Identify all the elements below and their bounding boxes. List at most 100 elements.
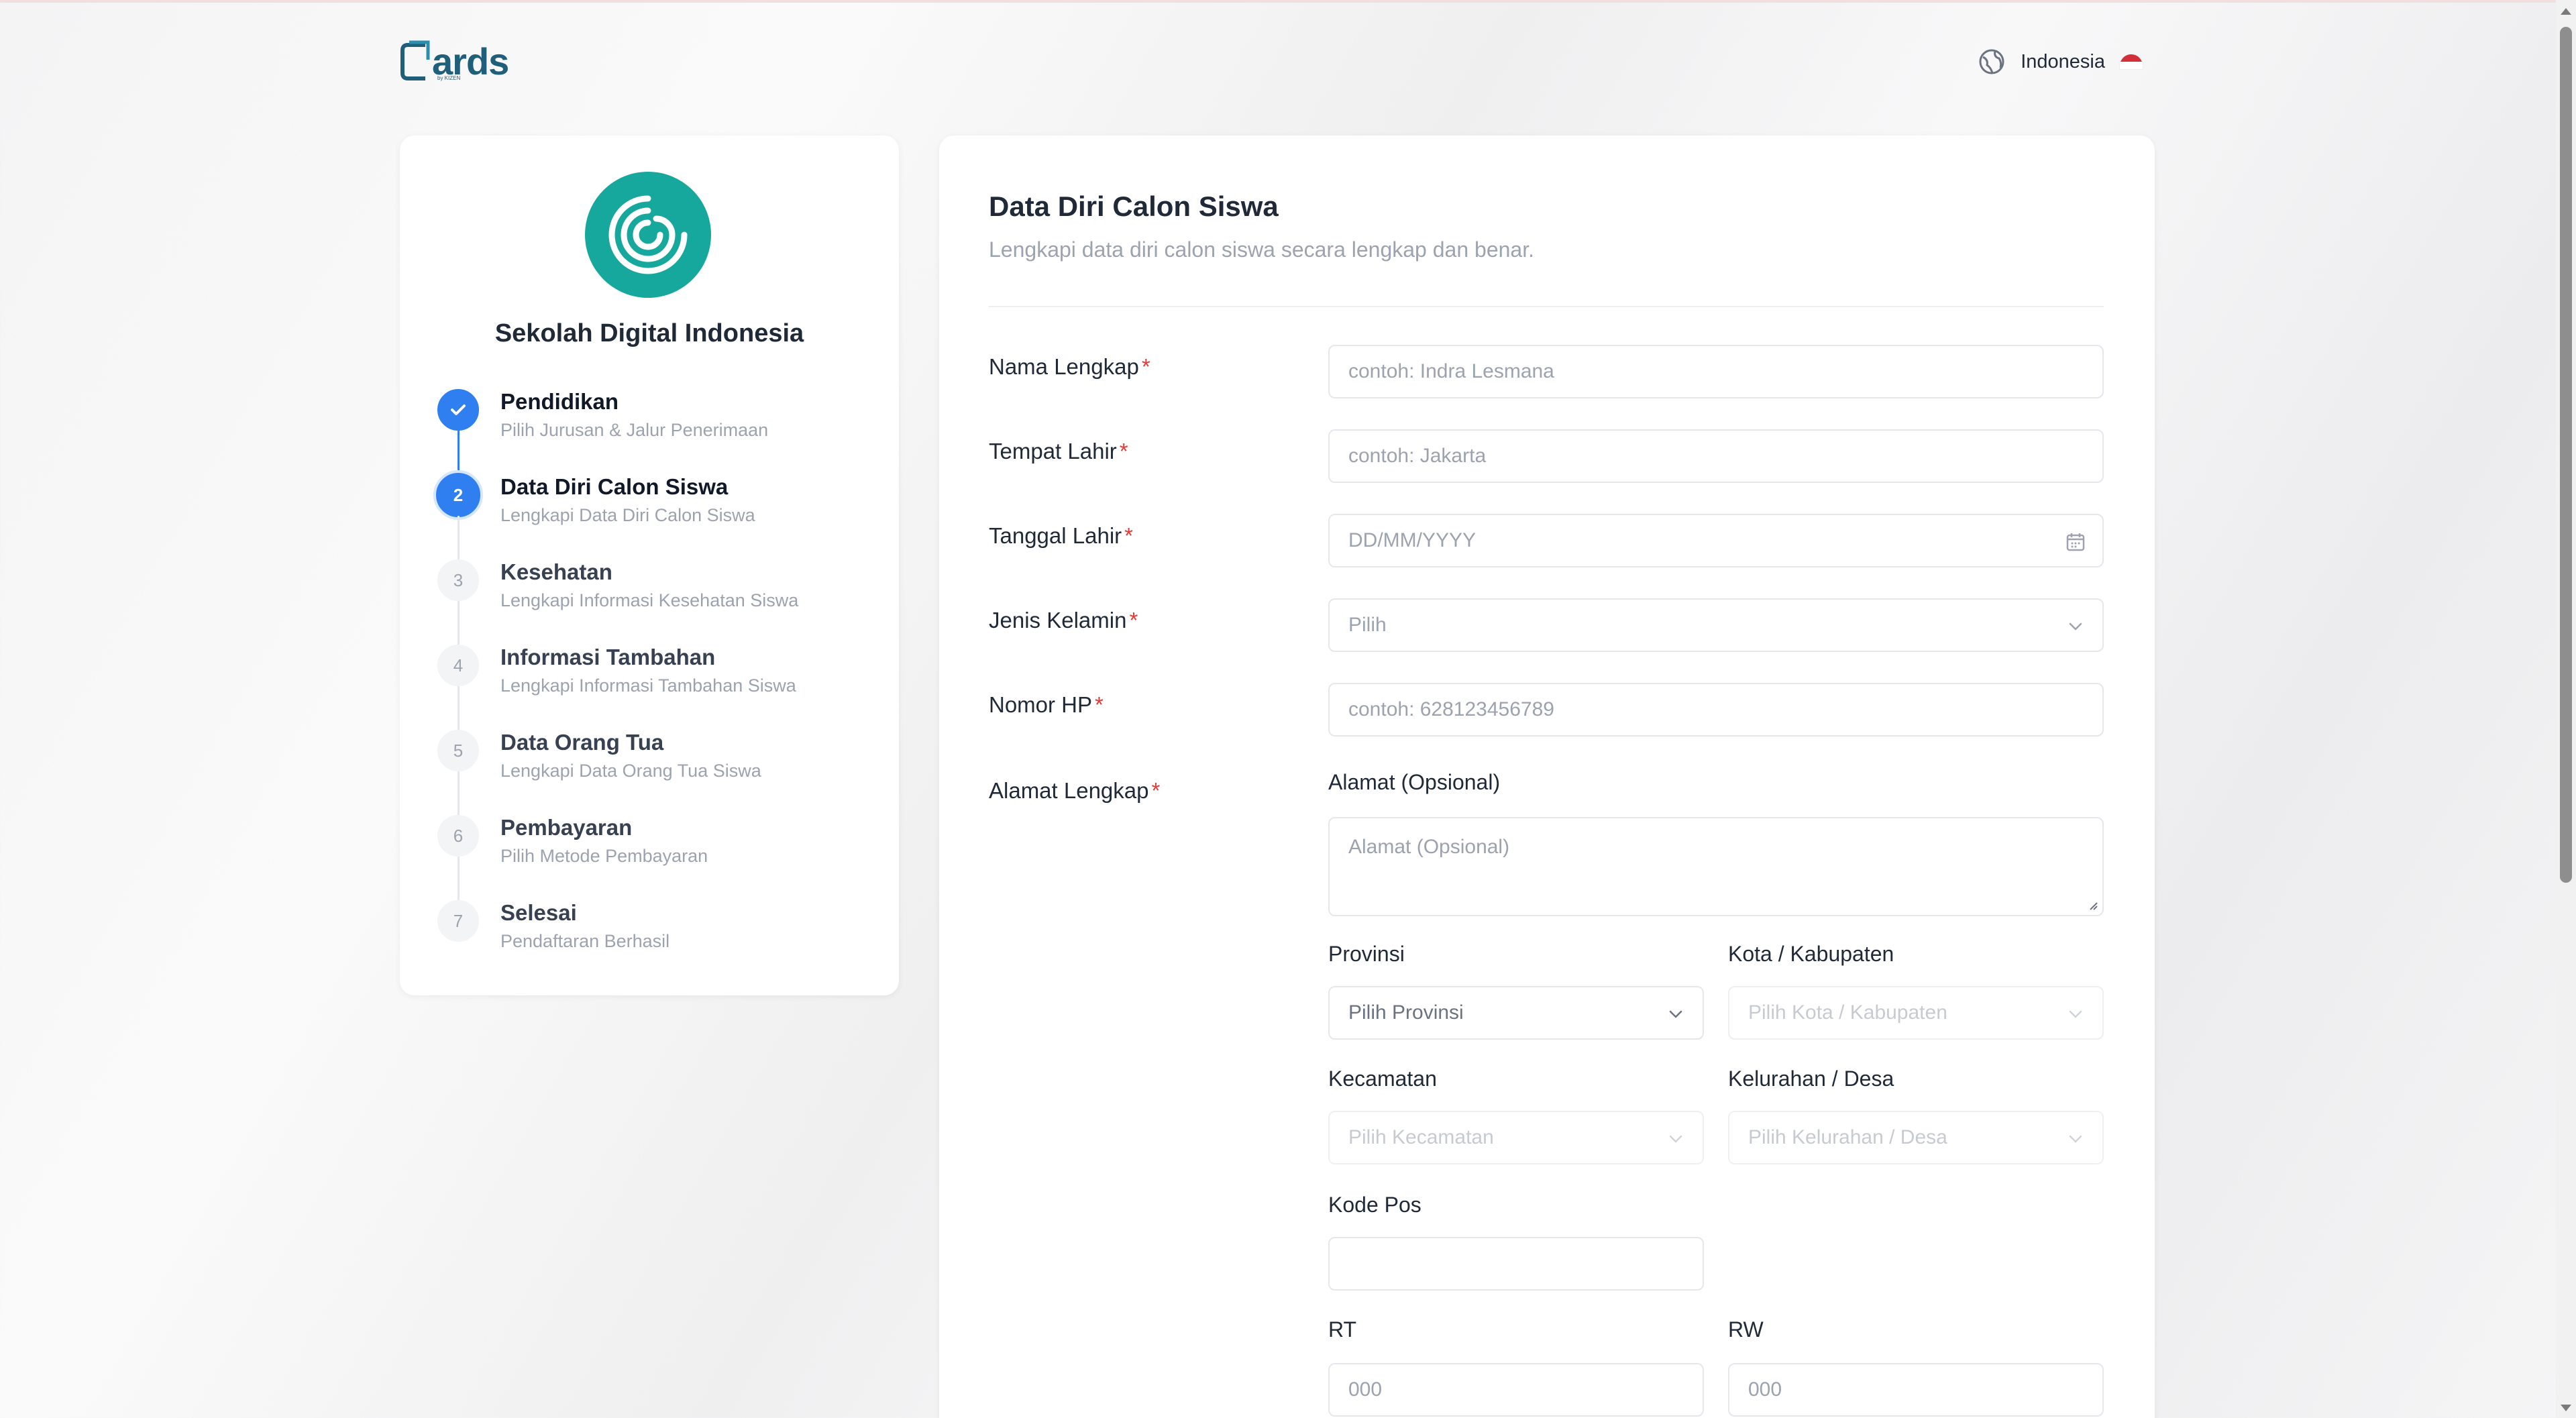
step-connector — [458, 601, 460, 645]
step-subtitle: Lengkapi Informasi Tambahan Siswa — [500, 675, 796, 696]
placeholder-text: Pilih Kelurahan / Desa — [1748, 1126, 1947, 1148]
step-subtitle: Pilih Jurusan & Jalur Penerimaan — [500, 420, 769, 440]
placeholder-text: Pilih Provinsi — [1348, 1001, 1464, 1024]
step-subtitle: Pilih Metode Pembayaran — [500, 846, 708, 866]
chevron-down-icon — [2069, 622, 2082, 631]
rt-label: RT — [1328, 1317, 1357, 1342]
tanggal-lahir-label: Tanggal Lahir * — [989, 523, 1133, 549]
step-title: Pendidikan — [500, 389, 619, 414]
step-connector — [458, 516, 460, 559]
form-divider — [989, 306, 2104, 307]
step-selesai[interactable]: 7 Selesai Pendaftaran Berhasil — [437, 900, 880, 985]
tempat-lahir-label: Tempat Lahir * — [989, 439, 1128, 464]
step-title: Informasi Tambahan — [500, 645, 716, 669]
placeholder-text: contoh: Indra Lesmana — [1348, 360, 1554, 382]
calendar-icon[interactable] — [2065, 531, 2086, 553]
nama-lengkap-input[interactable]: contoh: Indra Lesmana — [1328, 345, 2104, 398]
step-connector — [458, 857, 460, 900]
indonesia-flag-icon — [2120, 54, 2143, 69]
step-kesehatan[interactable]: 3 Kesehatan Lengkapi Informasi Kesehatan… — [437, 559, 880, 645]
label-text: Nama Lengkap — [989, 354, 1139, 379]
scroll-up-icon[interactable] — [2561, 8, 2571, 15]
chevron-down-icon — [2069, 1010, 2082, 1018]
kelurahan-select[interactable]: Pilih Kelurahan / Desa — [1728, 1111, 2104, 1164]
placeholder-text: contoh: Jakarta — [1348, 445, 1487, 467]
required-mark: * — [1119, 439, 1128, 463]
step-title: Data Orang Tua — [500, 730, 664, 755]
school-name: Sekolah Digital Indonesia — [494, 319, 804, 347]
kota-select[interactable]: Pilih Kota / Kabupaten — [1728, 986, 2104, 1040]
step-number: 7 — [437, 900, 479, 942]
chevron-down-icon — [1669, 1010, 1682, 1018]
step-number: 5 — [437, 730, 479, 771]
rt-input[interactable]: 000 — [1328, 1363, 1704, 1417]
step-title: Data Diri Calon Siswa — [500, 474, 729, 499]
tanggal-lahir-input[interactable]: DD/MM/YYYY — [1328, 514, 2104, 567]
nomor-hp-label: Nomor HP * — [989, 692, 1104, 718]
required-mark: * — [1129, 608, 1138, 633]
label-text: Tanggal Lahir — [989, 523, 1122, 548]
top-accent-line — [0, 0, 2576, 3]
step-title: Selesai — [500, 900, 577, 925]
app-logo[interactable]: ards by KIZEN — [398, 35, 509, 89]
rw-label: RW — [1728, 1317, 1764, 1342]
kelurahan-label: Kelurahan / Desa — [1728, 1067, 1894, 1091]
placeholder-text: Pilih Kota / Kabupaten — [1748, 1001, 1947, 1024]
kota-label: Kota / Kabupaten — [1728, 942, 1894, 966]
step-connector — [458, 686, 460, 730]
required-mark: * — [1141, 354, 1150, 379]
scrollbar-thumb[interactable] — [2560, 27, 2572, 883]
resize-handle-icon[interactable] — [2086, 899, 2098, 911]
step-subtitle: Pendaftaran Berhasil — [500, 931, 670, 951]
required-mark: * — [1151, 778, 1161, 803]
kecamatan-select[interactable]: Pilih Kecamatan — [1328, 1111, 1704, 1164]
kode-pos-input[interactable] — [1328, 1237, 1704, 1291]
placeholder-text: Pilih — [1348, 614, 1387, 636]
step-connector — [458, 431, 460, 474]
step-subtitle: Lengkapi Data Orang Tua Siswa — [500, 761, 761, 781]
chevron-down-icon — [1669, 1135, 1682, 1143]
provinsi-label: Provinsi — [1328, 942, 1405, 966]
nomor-hp-input[interactable]: contoh: 628123456789 — [1328, 683, 2104, 737]
step-title: Pembayaran — [500, 815, 633, 840]
alamat-opsional-label: Alamat (Opsional) — [1328, 770, 1501, 794]
step-number: 6 — [437, 815, 479, 857]
label-text: Alamat Lengkap — [989, 778, 1149, 803]
step-connector — [458, 771, 460, 815]
step-data-orang-tua[interactable]: 5 Data Orang Tua Lengkapi Data Orang Tua… — [437, 730, 880, 815]
logo-mark-icon — [400, 40, 430, 80]
placeholder-text: Pilih Kecamatan — [1348, 1126, 1494, 1148]
tempat-lahir-input[interactable]: contoh: Jakarta — [1328, 429, 2104, 483]
required-mark: * — [1095, 692, 1104, 717]
alamat-textarea[interactable]: Alamat (Opsional) — [1328, 817, 2104, 916]
step-number: 4 — [437, 645, 479, 686]
step-subtitle: Lengkapi Data Diri Calon Siswa — [500, 505, 755, 525]
placeholder-text: DD/MM/YYYY — [1348, 529, 1477, 551]
logo-subtext: by KIZEN — [437, 75, 461, 81]
required-mark: * — [1124, 523, 1133, 548]
step-data-diri[interactable]: 2 Data Diri Calon Siswa Lengkapi Data Di… — [433, 470, 880, 559]
label-text: Tempat Lahir — [989, 439, 1117, 463]
rw-input[interactable]: 000 — [1728, 1363, 2104, 1417]
step-subtitle: Lengkapi Informasi Kesehatan Siswa — [500, 590, 799, 610]
school-logo — [585, 172, 711, 298]
provinsi-select[interactable]: Pilih Provinsi — [1328, 986, 1704, 1040]
step-informasi-tambahan[interactable]: 4 Informasi Tambahan Lengkapi Informasi … — [437, 645, 880, 730]
jenis-kelamin-label: Jenis Kelamin * — [989, 608, 1138, 633]
language-selector[interactable]: Indonesia — [1978, 44, 2143, 79]
page-scrollbar[interactable] — [2556, 0, 2576, 1418]
step-pendidikan[interactable]: Pendidikan Pilih Jurusan & Jalur Penerim… — [437, 389, 880, 474]
school-spiral-icon — [608, 195, 688, 274]
nama-lengkap-label: Nama Lengkap * — [989, 354, 1150, 380]
scroll-down-icon[interactable] — [2561, 1405, 2571, 1411]
form-title: Data Diri Calon Siswa — [989, 190, 1279, 222]
kecamatan-label: Kecamatan — [1328, 1067, 1437, 1091]
jenis-kelamin-select[interactable]: Pilih — [1328, 598, 2104, 652]
step-pembayaran[interactable]: 6 Pembayaran Pilih Metode Pembayaran — [437, 815, 880, 900]
page-header: ards by KIZEN Indonesia — [398, 35, 2143, 89]
kode-pos-label: Kode Pos — [1328, 1193, 1421, 1217]
globe-icon — [1979, 49, 2004, 74]
form-subtitle: Lengkapi data diri calon siswa secara le… — [989, 237, 1534, 262]
personal-data-form-card: Data Diri Calon Siswa Lengkapi data diri… — [939, 135, 2155, 1418]
label-text: Jenis Kelamin — [989, 608, 1127, 633]
